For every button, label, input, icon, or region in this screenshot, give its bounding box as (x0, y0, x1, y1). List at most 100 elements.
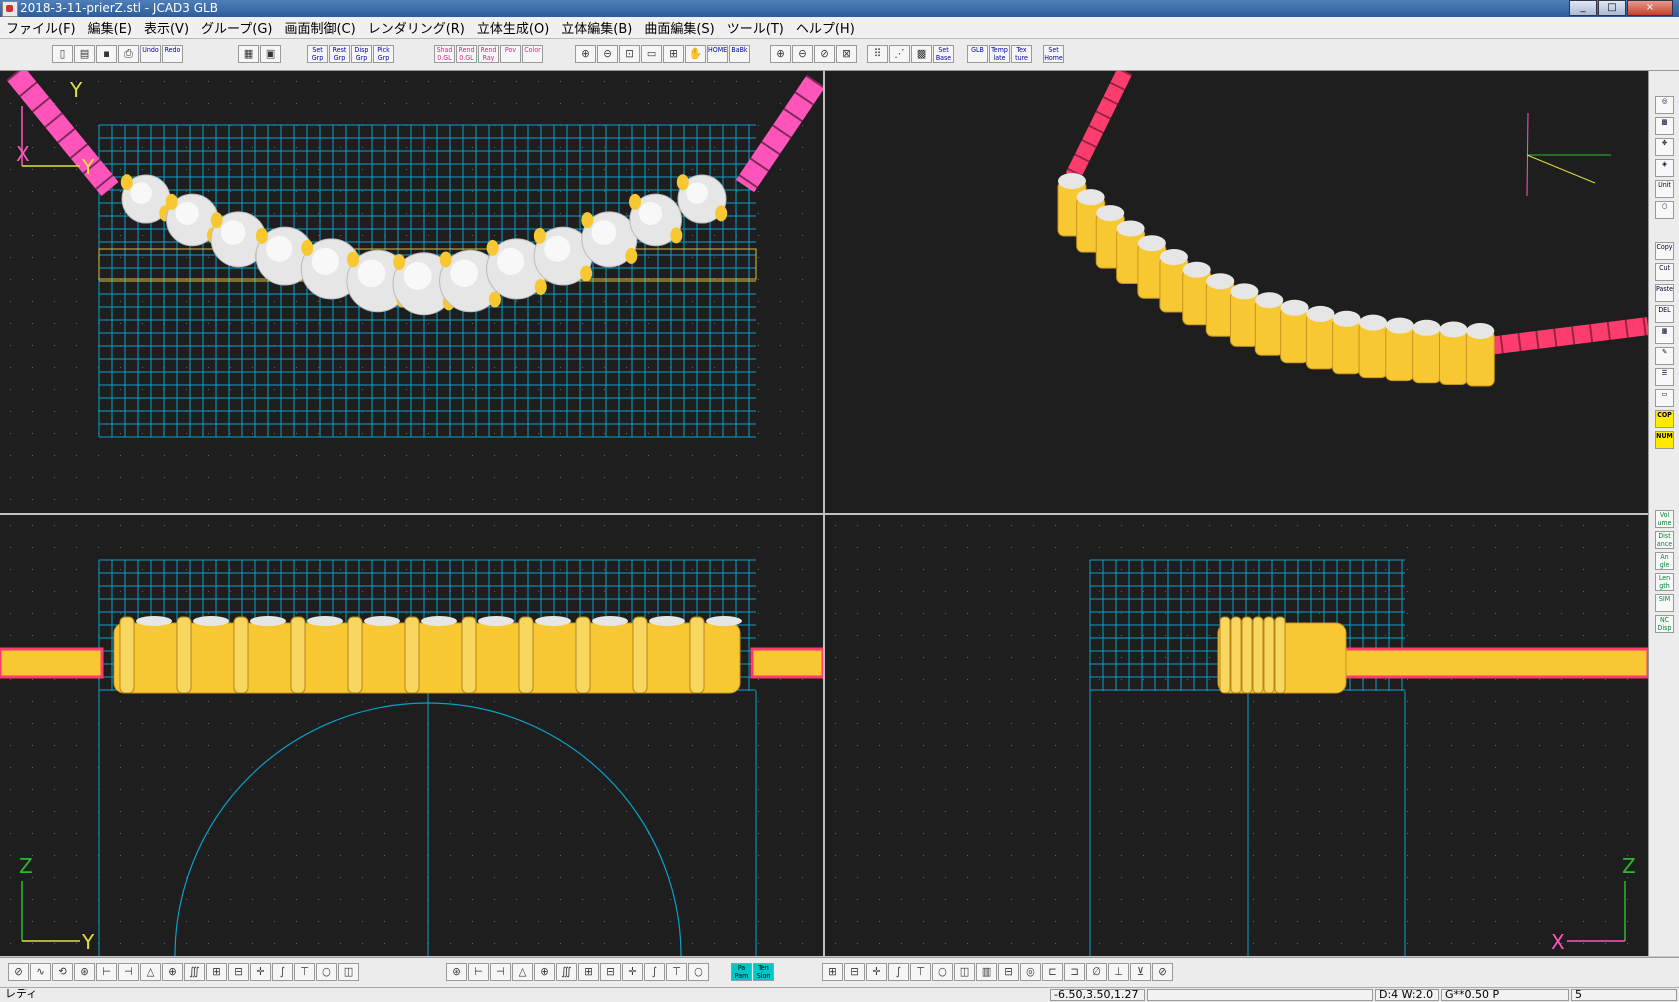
list-icon[interactable]: ☰ (1655, 368, 1674, 386)
viewport-top[interactable]: Y X Y (0, 71, 823, 513)
undo-button[interactable]: Undo (140, 45, 161, 63)
menu-item-5[interactable]: レンダリング(R) (362, 18, 471, 37)
render-gl-button[interactable]: Rend 0.GL (456, 45, 477, 63)
tool-icon-0-1[interactable]: ∿ (30, 963, 51, 981)
tool-icon-1-0[interactable]: ⊛ (446, 963, 467, 981)
pick-group-button[interactable]: Pick Grp (373, 45, 394, 63)
grid-tool-icon[interactable]: ▦ (1655, 326, 1674, 344)
tool-icon-3-12[interactable]: ∅ (1086, 963, 1107, 981)
redo-button[interactable]: Redo (162, 45, 183, 63)
menu-item-7[interactable]: 立体編集(B) (555, 18, 638, 37)
snap-icon[interactable]: ▩ (911, 45, 932, 63)
fit-icon[interactable]: ▭ (641, 45, 662, 63)
set-group-button[interactable]: Set Grp (307, 45, 328, 63)
shade-button[interactable]: Shad 0.GL (434, 45, 455, 63)
render-ray-button[interactable]: Rend Ray (478, 45, 499, 63)
cut-button[interactable]: Cut (1655, 263, 1674, 281)
tool-icon-1-4[interactable]: ⊕ (534, 963, 555, 981)
maximize-button[interactable]: □ (1598, 0, 1626, 16)
set-base-button[interactable]: Set Base (933, 45, 954, 63)
dots-icon[interactable]: ⠿ (867, 45, 888, 63)
menu-item-2[interactable]: 表示(V) (138, 18, 195, 37)
tool-icon-3-10[interactable]: ⊏ (1042, 963, 1063, 981)
home-button[interactable]: HOME (707, 45, 728, 63)
grid-select-icon[interactable]: ▦ (238, 45, 259, 63)
tool-icon-0-6[interactable]: △ (140, 963, 161, 981)
grid-icon[interactable]: ▣ (260, 45, 281, 63)
tool-icon-1-9[interactable]: ∫ (644, 963, 665, 981)
tool-icon-3-6[interactable]: ◫ (954, 963, 975, 981)
num-button[interactable]: NUM (1655, 431, 1674, 449)
copy-button[interactable]: Copy (1655, 242, 1674, 260)
tool-icon-1-6[interactable]: ⊞ (578, 963, 599, 981)
tool-icon-0-3[interactable]: ⊛ (74, 963, 95, 981)
frame-icon[interactable]: ⊠ (836, 45, 857, 63)
menu-item-1[interactable]: 編集(E) (82, 18, 138, 37)
volume-button[interactable]: Vol ume (1655, 510, 1674, 528)
tool-icon-1-1[interactable]: ⊢ (468, 963, 489, 981)
paste-button[interactable]: Paste (1655, 284, 1674, 302)
tool-icon-3-5[interactable]: ○ (932, 963, 953, 981)
texture-button[interactable]: Tex ture (1011, 45, 1032, 63)
color-button[interactable]: Color (522, 45, 543, 63)
save-icon[interactable]: ▪ (96, 45, 117, 63)
rotate-icon[interactable]: ◈ (1655, 159, 1674, 177)
tool-icon-1-10[interactable]: ⊤ (666, 963, 687, 981)
tool-icon-0-7[interactable]: ⊕ (162, 963, 183, 981)
menu-item-9[interactable]: ツール(T) (721, 18, 790, 37)
tool-icon-0-2[interactable]: ⟲ (52, 963, 73, 981)
tool-icon-0-10[interactable]: ⊟ (228, 963, 249, 981)
tool-icon-3-7[interactable]: ▥ (976, 963, 997, 981)
tool-icon-0-9[interactable]: ⊞ (206, 963, 227, 981)
tool-icon-1-5[interactable]: ∭ (556, 963, 577, 981)
sim-button[interactable]: SIM (1655, 594, 1674, 612)
display-group-button[interactable]: Disp Grp (351, 45, 372, 63)
viewport-perspective[interactable] (825, 71, 1648, 513)
open-folder-icon[interactable]: ▤ (74, 45, 95, 63)
menu-item-4[interactable]: 画面制御(C) (278, 18, 361, 37)
template-button[interactable]: Temp late (989, 45, 1010, 63)
panel-icon[interactable]: ▭ (1655, 389, 1674, 407)
tool-ten-sion-button[interactable]: Ten Sion (753, 963, 774, 981)
tool-icon-3-11[interactable]: ⊐ (1064, 963, 1085, 981)
tool-icon-0-13[interactable]: ⊤ (294, 963, 315, 981)
nc-display-button[interactable]: NC Disp (1655, 615, 1674, 633)
tool-icon-3-9[interactable]: ◎ (1020, 963, 1041, 981)
tool-icon-3-14[interactable]: ⊻ (1130, 963, 1151, 981)
cop-button[interactable]: COP (1655, 410, 1674, 428)
view-front-icon[interactable]: ▩ (1655, 117, 1674, 135)
tool-icon-0-14[interactable]: ○ (316, 963, 337, 981)
zoom-plus-icon[interactable]: ⊕ (770, 45, 791, 63)
tool-icon-0-5[interactable]: ⊣ (118, 963, 139, 981)
menu-item-10[interactable]: ヘルプ(H) (790, 18, 861, 37)
zoom-in-icon[interactable]: ⊕ (575, 45, 596, 63)
tool-icon-1-11[interactable]: ○ (688, 963, 709, 981)
pov-button[interactable]: Pov (500, 45, 521, 63)
tool-icon-3-15[interactable]: ⊘ (1152, 963, 1173, 981)
tool-icon-3-4[interactable]: ⊤ (910, 963, 931, 981)
zoom-window-icon[interactable]: ⊡ (619, 45, 640, 63)
tool-icon-3-13[interactable]: ⊥ (1108, 963, 1129, 981)
new-file-icon[interactable]: ▯ (52, 45, 73, 63)
tool-icon-3-1[interactable]: ⊟ (844, 963, 865, 981)
fit-all-icon[interactable]: ⊞ (663, 45, 684, 63)
tool-icon-0-4[interactable]: ⊢ (96, 963, 117, 981)
length-button[interactable]: Len gth (1655, 573, 1674, 591)
zoom-minus-icon[interactable]: ⊖ (792, 45, 813, 63)
menu-item-8[interactable]: 曲面編集(S) (638, 18, 720, 37)
dots-2-icon[interactable]: ⋰ (889, 45, 910, 63)
minimize-button[interactable]: _ (1569, 0, 1597, 16)
angle-button[interactable]: An gle (1655, 552, 1674, 570)
back-button[interactable]: BaBk (729, 45, 750, 63)
circle-icon[interactable]: ○ (1655, 201, 1674, 219)
tool-pa-pam-button[interactable]: Pa Pam (731, 963, 752, 981)
tool-icon-3-2[interactable]: ✛ (866, 963, 887, 981)
glb-button[interactable]: GLB (967, 45, 988, 63)
tool-icon-1-3[interactable]: △ (512, 963, 533, 981)
delete-button[interactable]: DEL (1655, 305, 1674, 323)
tool-icon-1-2[interactable]: ⊣ (490, 963, 511, 981)
tool-icon-3-8[interactable]: ⊟ (998, 963, 1019, 981)
tool-icon-0-12[interactable]: ∫ (272, 963, 293, 981)
tool-icon-3-3[interactable]: ∫ (888, 963, 909, 981)
menu-item-3[interactable]: グループ(G) (195, 18, 278, 37)
